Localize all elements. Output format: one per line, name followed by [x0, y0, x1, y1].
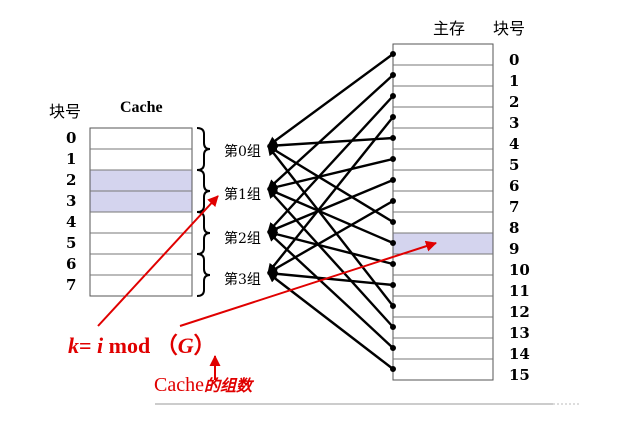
- arrow-origin-dot: [390, 303, 397, 310]
- memory-block-number: 10: [509, 261, 530, 279]
- cache-title: Cache: [120, 99, 163, 116]
- mapping-arrow-block-14: [267, 231, 394, 349]
- mapping-arrow-block-12: [267, 145, 394, 307]
- group-count-caption: Cache的组数: [154, 372, 252, 397]
- group-label-0: 第0组: [224, 144, 261, 160]
- cache-row-highlight-3: [90, 191, 192, 212]
- cache-block-number: 3: [66, 192, 77, 210]
- memory-block-number: 1: [509, 72, 520, 90]
- memory-block-number: 12: [509, 303, 530, 321]
- main-memory-table: [392, 43, 494, 381]
- arrow-origin-dot: [390, 282, 397, 289]
- memory-block-number: 0: [509, 51, 520, 69]
- mapping-arrow-block-9: [267, 187, 394, 245]
- arrow-origin-dot: [390, 366, 397, 373]
- cache-block-number: 0: [66, 129, 77, 147]
- formula-mod: mod: [108, 333, 151, 358]
- arrow-origin-dot: [390, 218, 397, 225]
- arrow-origin-dot: [390, 51, 397, 58]
- red-arrow-to-block9: [179, 240, 437, 327]
- group-label-1: 第1组: [224, 187, 261, 203]
- group-label-2: 第2组: [224, 231, 261, 247]
- memory-block-number: 9: [509, 240, 520, 258]
- memory-block-number: 8: [509, 219, 520, 237]
- memory-block-number: 11: [509, 282, 530, 300]
- memory-block-number: 15: [509, 366, 530, 384]
- memory-block-number: 4: [509, 135, 520, 153]
- arrow-origin-dot: [390, 71, 397, 78]
- memory-title: 主存: [433, 19, 466, 38]
- mapping-arrows: [267, 51, 397, 373]
- memory-block-number: 5: [509, 156, 520, 174]
- arrow-origin-dot: [390, 155, 397, 162]
- cache-block-number: 1: [66, 150, 77, 168]
- cache-block-number: 2: [66, 171, 77, 189]
- red-arrow-to-group1: [97, 195, 219, 327]
- formula-k: k: [68, 333, 79, 358]
- brace-group-3: [196, 253, 211, 297]
- memory-block-number-header: 块号: [493, 19, 526, 38]
- memory-row-highlight-9: [393, 233, 493, 254]
- arrow-origin-dot: [390, 134, 397, 141]
- arrow-origin-dot: [390, 324, 397, 331]
- cache-row-highlight-2: [90, 170, 192, 191]
- memory-block-number: 13: [509, 324, 530, 342]
- formula-open-paren: （: [155, 333, 178, 358]
- arrow-origin-dot: [390, 113, 397, 120]
- formula-i: i: [97, 333, 104, 358]
- formula-close-paren: ）: [193, 333, 216, 358]
- memory-block-number: 2: [509, 93, 520, 111]
- cache-block-number: 6: [66, 255, 77, 273]
- memory-block-number: 14: [509, 345, 530, 363]
- caption-suffix: 的组数: [203, 376, 252, 395]
- cache-block-number: 4: [66, 213, 77, 231]
- cache-block-number: 5: [66, 234, 77, 252]
- arrow-origin-dot: [390, 239, 397, 246]
- caption-prefix: Cache: [154, 374, 204, 396]
- mapping-formula: k= i mod （G）: [68, 328, 216, 360]
- memory-block-number: 7: [509, 198, 520, 216]
- arrow-origin-dot: [390, 92, 397, 99]
- memory-block-number: 3: [509, 114, 520, 132]
- memory-block-number: 6: [509, 177, 520, 195]
- arrow-origin-dot: [390, 197, 397, 204]
- cache-mapping-diagram: [89, 43, 580, 405]
- arrow-origin-dot: [390, 176, 397, 183]
- group-label-3: 第3组: [224, 272, 261, 288]
- cache-block-number-header: 块号: [49, 102, 82, 121]
- cache-block-number: 7: [66, 276, 77, 294]
- formula-G: G: [177, 333, 194, 358]
- cache-table: [89, 127, 193, 297]
- arrow-origin-dot: [390, 345, 397, 352]
- brace-group-2: [196, 211, 211, 255]
- formula-equals: =: [79, 333, 92, 358]
- mapping-arrow-block-15: [267, 272, 394, 370]
- brace-group-0: [196, 127, 211, 171]
- arrow-origin-dot: [390, 261, 397, 268]
